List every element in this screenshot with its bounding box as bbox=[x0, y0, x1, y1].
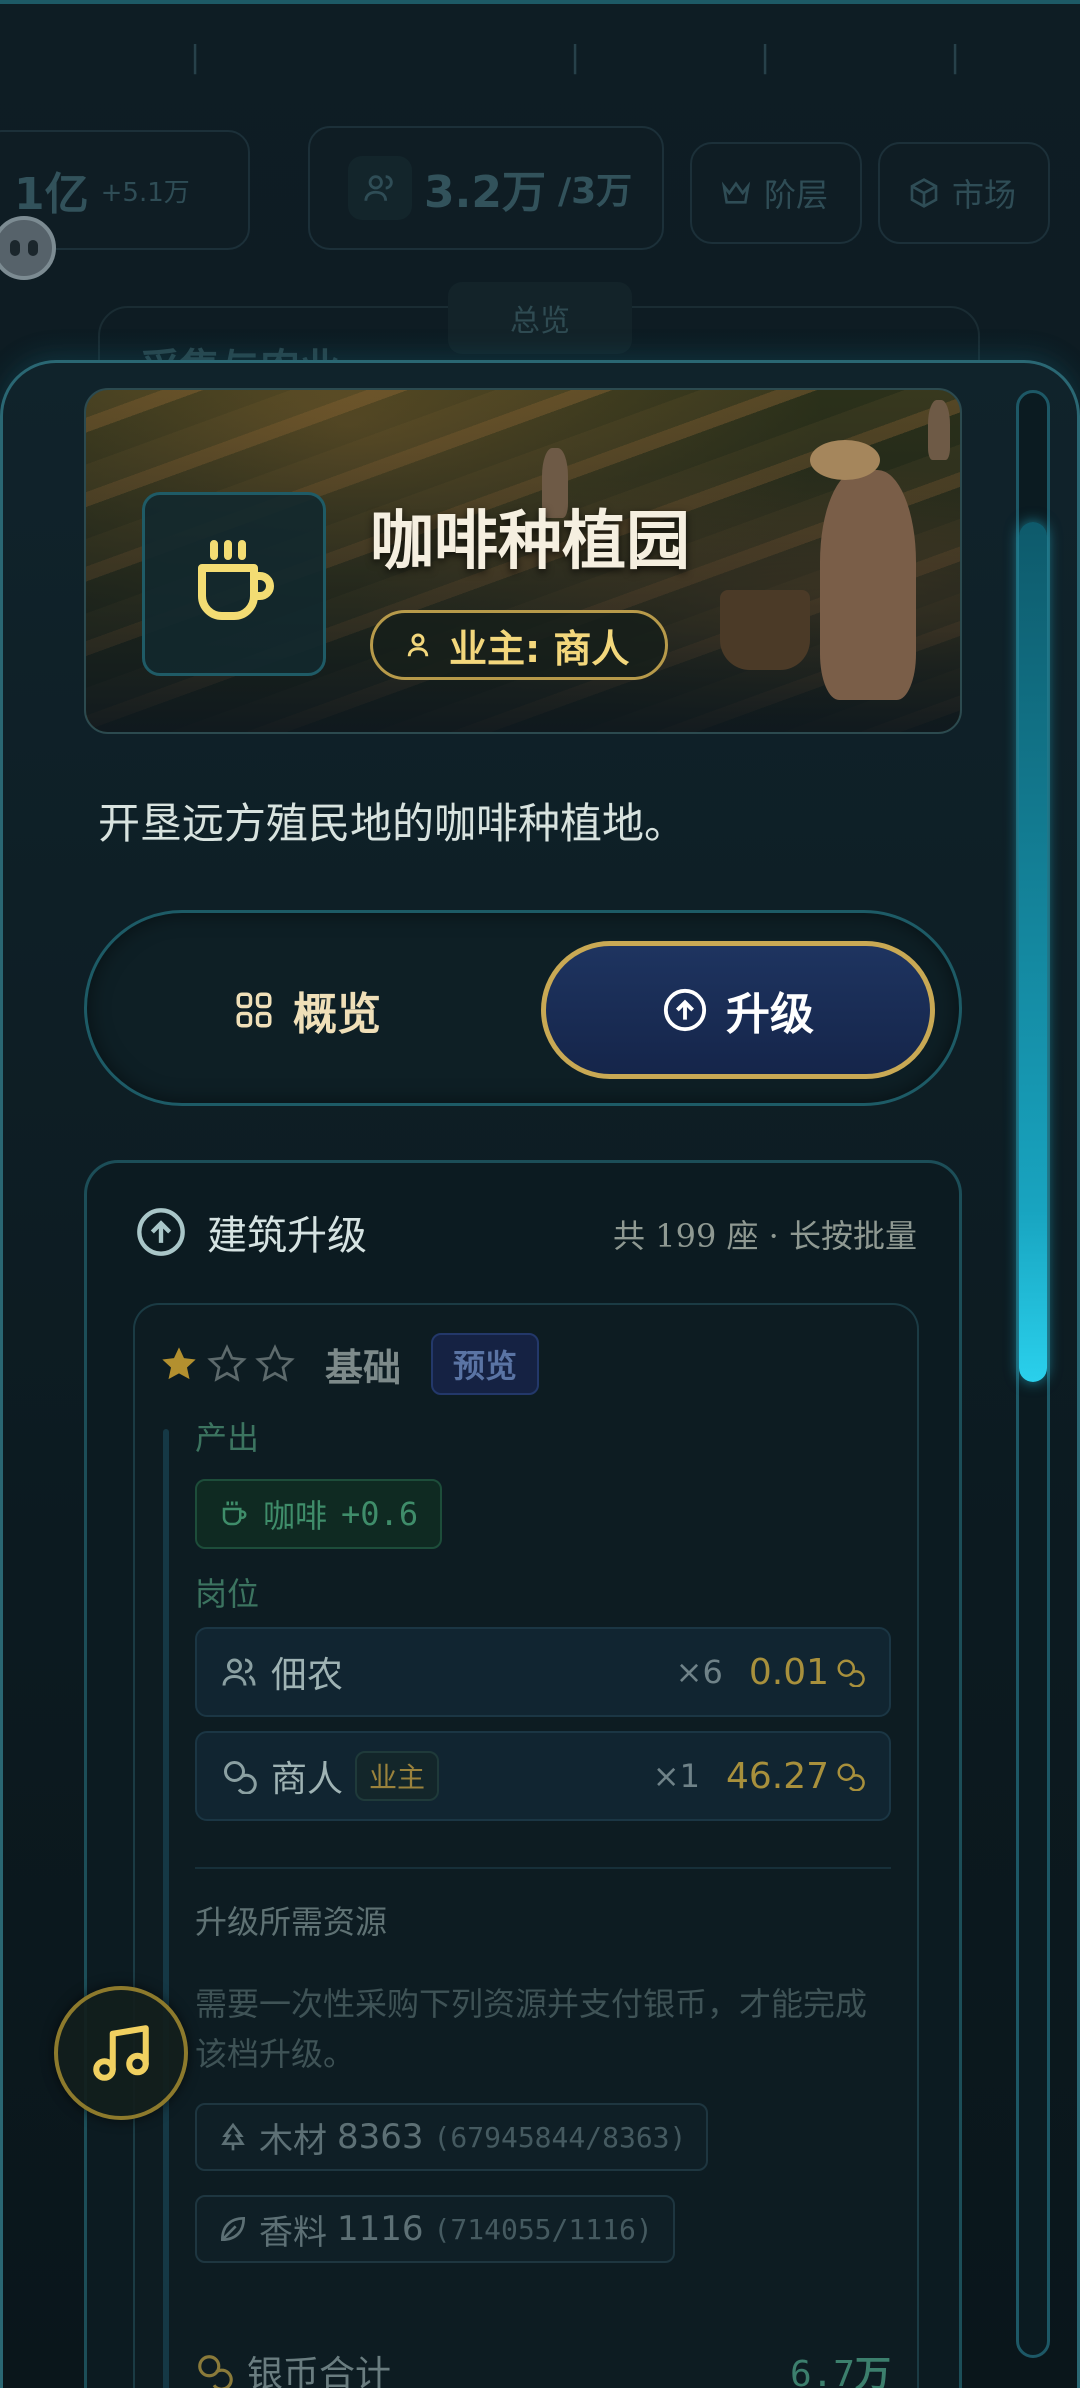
output-amount: +0.6 bbox=[341, 1495, 419, 1533]
coffee-cup-icon bbox=[198, 540, 274, 620]
preview-tag: 预览 bbox=[431, 1333, 540, 1395]
requirements-title: 升级所需资源 bbox=[195, 1903, 388, 1941]
post-wage: 0.01 bbox=[749, 1652, 865, 1693]
scrollbar-thumb[interactable] bbox=[1019, 522, 1047, 1382]
building-hero-banner: 咖啡种植园 业主: 商人 bbox=[84, 388, 962, 734]
music-toggle-button[interactable] bbox=[54, 1986, 188, 2120]
tier-header: 基础 预览 bbox=[159, 1333, 540, 1395]
section-title: 建筑升级 bbox=[135, 1203, 367, 1261]
resource-chip-wood: 木材 8363 (67945844/8363) bbox=[195, 2103, 709, 2171]
resource-name: 香料 bbox=[259, 2212, 327, 2253]
owner-badge: 业主: 商人 bbox=[370, 610, 669, 680]
farmer-hat bbox=[810, 440, 880, 480]
post-count: ×1 bbox=[652, 1757, 700, 1795]
section-meta: 共 199 座 · 长按批量 bbox=[613, 1217, 917, 1255]
leaf-icon bbox=[220, 2216, 246, 2242]
tab-upgrade[interactable]: 升级 bbox=[541, 941, 935, 1079]
ghost-mark: | bbox=[190, 40, 201, 75]
top-edge-line bbox=[0, 0, 1080, 4]
posts-label: 岗位 bbox=[195, 1575, 260, 1613]
post-name: 佃农 bbox=[271, 1655, 344, 1696]
ghost-mark: | bbox=[950, 40, 961, 75]
tree-icon bbox=[221, 2122, 245, 2151]
tier-card-basic[interactable]: 基础 预览 产出 咖啡 +0.6 岗位 佃农 ×6 0.01 商人 业主 ×1 bbox=[133, 1303, 919, 2388]
coins-icon bbox=[837, 1659, 865, 1687]
population-delta: +5.1万 bbox=[100, 177, 190, 208]
tier-left-rule bbox=[163, 1429, 169, 2388]
workers-pill[interactable]: 3.2万 /3万 bbox=[308, 126, 664, 250]
requirements-description: 需要一次性采购下列资源并支付银币，才能完成该档升级。 bbox=[195, 1985, 868, 2073]
silver-total-unit: 万 bbox=[854, 2354, 891, 2388]
post-wage-value: 46.27 bbox=[725, 1755, 829, 1797]
coins-icon bbox=[224, 1761, 257, 1794]
star-outline-icon bbox=[255, 1344, 295, 1382]
workers-icon bbox=[348, 156, 412, 220]
market-label: 市场 bbox=[952, 176, 1017, 214]
building-upgrade-section: 建筑升级 共 199 座 · 长按批量 基础 预览 产出 咖啡 +0.6 岗位 … bbox=[84, 1160, 962, 2388]
resource-name: 木材 bbox=[259, 2120, 327, 2161]
output-label: 产出 bbox=[195, 1419, 260, 1457]
owner-label: 业主: 商人 bbox=[449, 626, 630, 671]
post-count: ×6 bbox=[675, 1653, 723, 1691]
basket-shape bbox=[720, 590, 810, 670]
grid-icon bbox=[236, 992, 272, 1028]
tab-overview[interactable]: 概览 bbox=[127, 941, 487, 1079]
person-icon bbox=[407, 633, 429, 657]
distant-figure bbox=[928, 400, 950, 460]
coins-icon bbox=[837, 1763, 865, 1791]
coffee-cup-icon bbox=[222, 1501, 247, 1526]
detail-tabs: 概览 升级 bbox=[84, 910, 962, 1106]
post-row-tenant[interactable]: 佃农 ×6 0.01 bbox=[195, 1627, 891, 1717]
assistant-avatar-icon[interactable] bbox=[0, 216, 56, 280]
post-wage-value: 0.01 bbox=[748, 1651, 829, 1693]
resource-chip-spice: 香料 1116 (714055/1116) bbox=[195, 2195, 675, 2263]
resource-stock: (67945844/8363) bbox=[433, 2120, 687, 2154]
silver-total: 6.7万 bbox=[790, 2345, 891, 2388]
users-icon bbox=[222, 1658, 256, 1686]
tab-overview-label: 概览 bbox=[293, 989, 381, 1040]
tier-name: 基础 bbox=[325, 1345, 402, 1390]
crown-icon bbox=[721, 181, 751, 204]
building-title: 咖啡种植园 bbox=[370, 504, 690, 579]
post-name: 商人 bbox=[271, 1759, 344, 1800]
arrow-up-circle-icon bbox=[137, 1208, 185, 1256]
overview-tab-bg[interactable]: 总览 bbox=[448, 282, 632, 354]
ghost-mark: | bbox=[760, 40, 771, 75]
output-good: 咖啡 bbox=[263, 1497, 328, 1535]
market-button[interactable]: 市场 bbox=[878, 142, 1050, 244]
post-row-merchant[interactable]: 商人 业主 ×1 46.27 bbox=[195, 1731, 891, 1821]
resource-stock: (714055/1116) bbox=[433, 2212, 653, 2246]
coins-icon bbox=[198, 2355, 233, 2388]
post-wage: 46.27 bbox=[726, 1756, 865, 1797]
building-icon-frame bbox=[142, 492, 326, 676]
resource-amount: 8363 bbox=[337, 2117, 424, 2157]
ghost-mark: | bbox=[570, 40, 581, 75]
building-description: 开垦远方殖民地的咖啡种植地。 bbox=[98, 799, 687, 848]
silver-total-number: 6.7 bbox=[789, 2354, 855, 2388]
divider bbox=[195, 1867, 891, 1869]
farmer-figure bbox=[820, 470, 916, 700]
class-label: 阶层 bbox=[764, 176, 829, 214]
arrow-up-circle-icon bbox=[663, 988, 707, 1032]
resource-amount: 1116 bbox=[337, 2209, 424, 2249]
silver-total-row: 银币合计 6.7万 bbox=[195, 2345, 891, 2388]
tab-upgrade-label: 升级 bbox=[726, 989, 814, 1040]
class-button[interactable]: 阶层 bbox=[690, 142, 862, 244]
section-title-text: 建筑升级 bbox=[207, 1213, 367, 1259]
workers-value: 3.2万 bbox=[424, 167, 546, 218]
music-note-icon bbox=[93, 2025, 149, 2081]
owner-tag: 业主 bbox=[355, 1751, 440, 1801]
box-icon bbox=[910, 178, 938, 208]
silver-label: 银币合计 bbox=[247, 2354, 392, 2388]
star-filled-icon bbox=[162, 1347, 196, 1380]
output-chip: 咖啡 +0.6 bbox=[195, 1479, 443, 1549]
star-outline-icon bbox=[207, 1344, 247, 1382]
workers-max: /3万 bbox=[557, 171, 633, 212]
population-value: 1亿 bbox=[14, 169, 89, 220]
